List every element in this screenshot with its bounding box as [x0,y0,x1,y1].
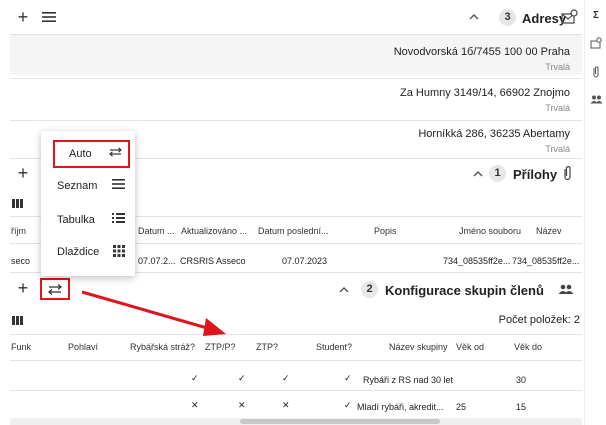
annotation-arrow [81,290,226,336]
